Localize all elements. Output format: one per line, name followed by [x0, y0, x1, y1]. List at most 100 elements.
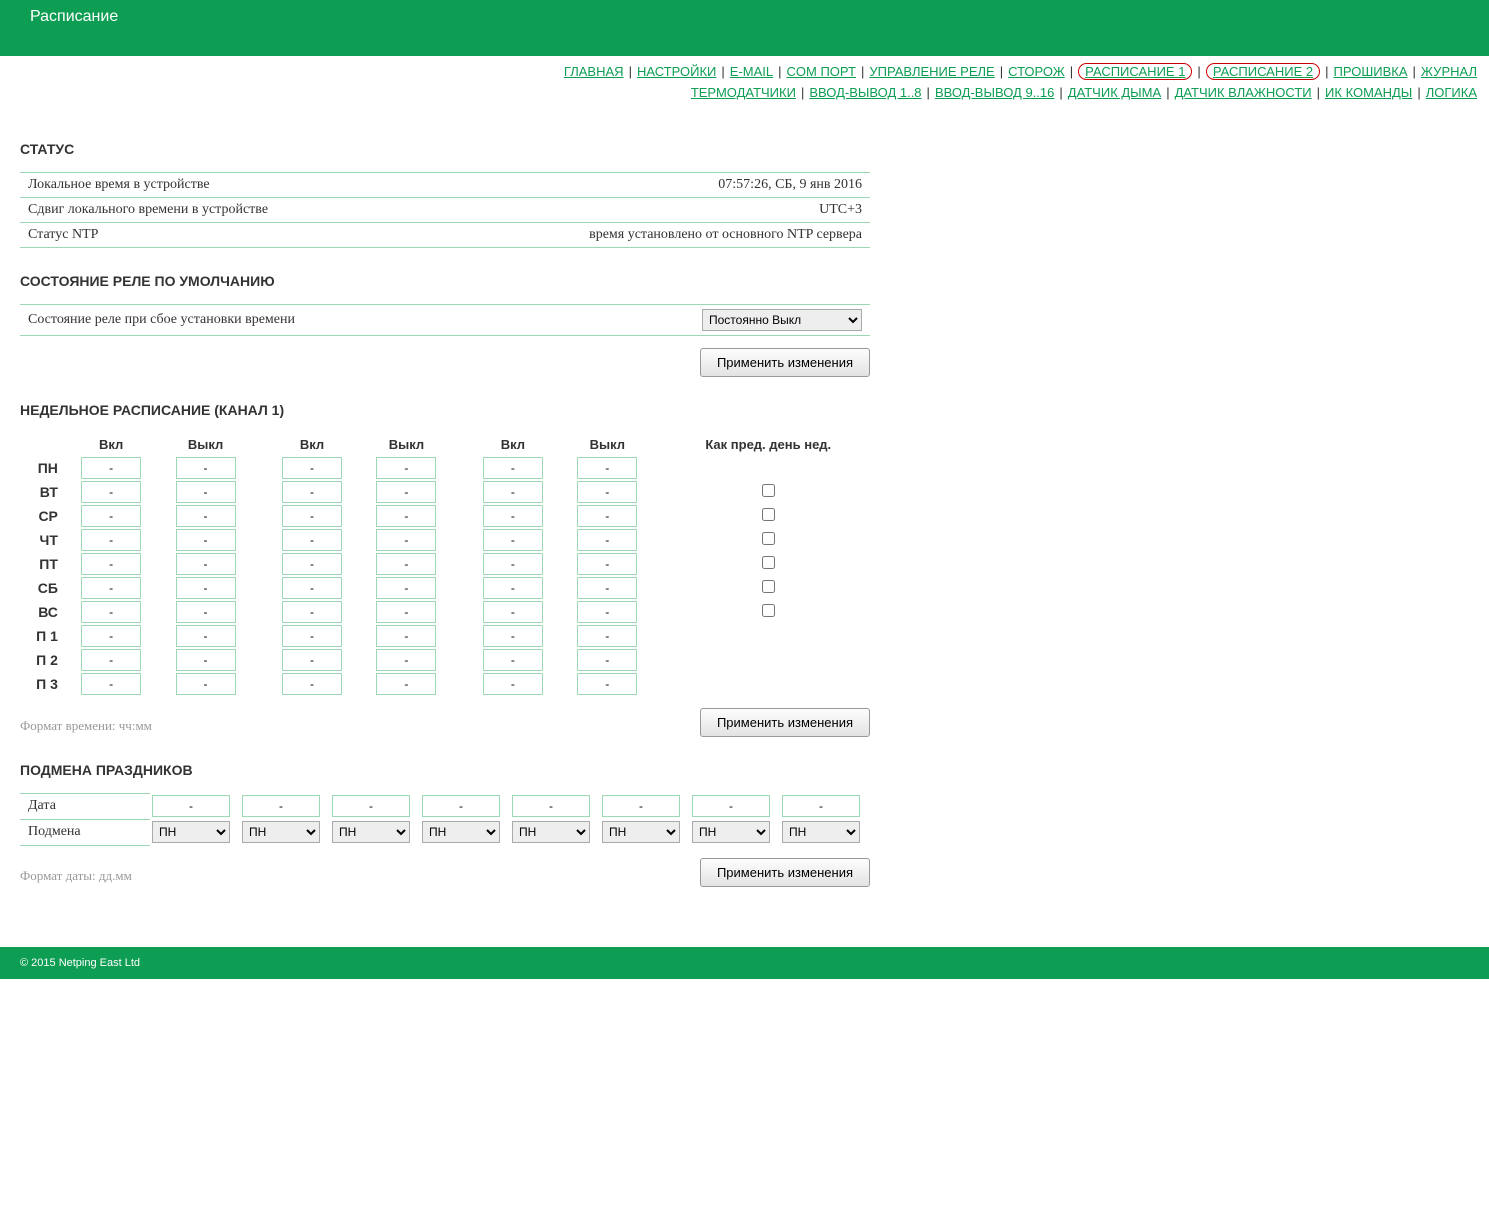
schedule-time-input[interactable] — [577, 601, 637, 623]
schedule-time-input[interactable] — [282, 625, 342, 647]
schedule-time-input[interactable] — [376, 553, 436, 575]
schedule-time-input[interactable] — [483, 673, 543, 695]
schedule-time-input[interactable] — [176, 505, 236, 527]
schedule-time-input[interactable] — [483, 601, 543, 623]
schedule-time-input[interactable] — [81, 601, 141, 623]
holiday-sub-select[interactable]: ПН — [422, 821, 500, 843]
schedule-time-input[interactable] — [176, 649, 236, 671]
schedule-time-input[interactable] — [282, 553, 342, 575]
holiday-sub-select[interactable]: ПН — [782, 821, 860, 843]
schedule-time-input[interactable] — [577, 673, 637, 695]
nav-link[interactable]: СТОРОЖ — [1008, 64, 1065, 79]
nav-link[interactable]: ГЛАВНАЯ — [564, 64, 624, 79]
same-as-prev-checkbox[interactable] — [762, 508, 775, 521]
schedule-time-input[interactable] — [577, 577, 637, 599]
schedule-time-input[interactable] — [577, 505, 637, 527]
holiday-sub-select[interactable]: ПН — [242, 821, 320, 843]
apply-schedule-button[interactable]: Применить изменения — [700, 708, 870, 737]
schedule-time-input[interactable] — [376, 601, 436, 623]
holiday-date-input[interactable] — [152, 795, 230, 817]
default-relay-select[interactable]: Постоянно Выкл — [702, 309, 862, 331]
holiday-date-input[interactable] — [602, 795, 680, 817]
schedule-time-input[interactable] — [577, 457, 637, 479]
nav-link[interactable]: COM ПОРТ — [787, 64, 856, 79]
schedule-time-input[interactable] — [81, 505, 141, 527]
schedule-time-input[interactable] — [176, 457, 236, 479]
schedule-time-input[interactable] — [376, 577, 436, 599]
schedule-time-input[interactable] — [282, 577, 342, 599]
nav-link[interactable]: РАСПИСАНИЕ 1 — [1078, 63, 1192, 80]
schedule-time-input[interactable] — [81, 529, 141, 551]
schedule-time-input[interactable] — [81, 457, 141, 479]
schedule-time-input[interactable] — [483, 553, 543, 575]
schedule-time-input[interactable] — [176, 553, 236, 575]
schedule-time-input[interactable] — [176, 673, 236, 695]
holiday-date-input[interactable] — [512, 795, 590, 817]
schedule-time-input[interactable] — [376, 673, 436, 695]
nav-link[interactable]: ДАТЧИК ВЛАЖНОСТИ — [1175, 85, 1312, 100]
same-as-prev-checkbox[interactable] — [762, 580, 775, 593]
schedule-time-input[interactable] — [376, 505, 436, 527]
schedule-time-input[interactable] — [176, 601, 236, 623]
schedule-time-input[interactable] — [483, 481, 543, 503]
same-as-prev-checkbox[interactable] — [762, 484, 775, 497]
schedule-time-input[interactable] — [577, 625, 637, 647]
apply-default-button[interactable]: Применить изменения — [700, 348, 870, 377]
schedule-time-input[interactable] — [282, 457, 342, 479]
nav-link[interactable]: ВВОД-ВЫВОД 1..8 — [809, 85, 921, 100]
schedule-time-input[interactable] — [483, 529, 543, 551]
holiday-date-input[interactable] — [782, 795, 860, 817]
schedule-time-input[interactable] — [176, 625, 236, 647]
nav-link[interactable]: УПРАВЛЕНИЕ РЕЛЕ — [869, 64, 994, 79]
schedule-time-input[interactable] — [376, 457, 436, 479]
schedule-time-input[interactable] — [282, 529, 342, 551]
schedule-time-input[interactable] — [483, 649, 543, 671]
nav-link[interactable]: РАСПИСАНИЕ 2 — [1206, 63, 1320, 80]
schedule-time-input[interactable] — [81, 649, 141, 671]
apply-holidays-button[interactable]: Применить изменения — [700, 858, 870, 887]
schedule-time-input[interactable] — [577, 649, 637, 671]
schedule-time-input[interactable] — [483, 505, 543, 527]
schedule-time-input[interactable] — [376, 649, 436, 671]
schedule-time-input[interactable] — [577, 481, 637, 503]
schedule-time-input[interactable] — [376, 625, 436, 647]
schedule-time-input[interactable] — [176, 577, 236, 599]
schedule-time-input[interactable] — [282, 601, 342, 623]
schedule-time-input[interactable] — [176, 529, 236, 551]
nav-link[interactable]: ЖУРНАЛ — [1421, 64, 1477, 79]
schedule-time-input[interactable] — [483, 577, 543, 599]
holiday-date-input[interactable] — [242, 795, 320, 817]
same-as-prev-checkbox[interactable] — [762, 604, 775, 617]
nav-link[interactable]: ЛОГИКА — [1426, 85, 1477, 100]
schedule-time-input[interactable] — [483, 457, 543, 479]
holiday-date-input[interactable] — [422, 795, 500, 817]
holiday-sub-select[interactable]: ПН — [602, 821, 680, 843]
schedule-time-input[interactable] — [483, 625, 543, 647]
schedule-time-input[interactable] — [282, 649, 342, 671]
schedule-time-input[interactable] — [81, 625, 141, 647]
schedule-time-input[interactable] — [577, 553, 637, 575]
schedule-time-input[interactable] — [282, 505, 342, 527]
holiday-sub-select[interactable]: ПН — [692, 821, 770, 843]
nav-link[interactable]: E-MAIL — [730, 64, 773, 79]
holiday-date-input[interactable] — [692, 795, 770, 817]
nav-link[interactable]: НАСТРОЙКИ — [637, 64, 716, 79]
nav-link[interactable]: ПРОШИВКА — [1333, 64, 1407, 79]
schedule-time-input[interactable] — [282, 673, 342, 695]
holiday-sub-select[interactable]: ПН — [332, 821, 410, 843]
same-as-prev-checkbox[interactable] — [762, 532, 775, 545]
schedule-time-input[interactable] — [376, 529, 436, 551]
nav-link[interactable]: ВВОД-ВЫВОД 9..16 — [935, 85, 1054, 100]
holiday-sub-select[interactable]: ПН — [512, 821, 590, 843]
schedule-time-input[interactable] — [81, 481, 141, 503]
schedule-time-input[interactable] — [81, 577, 141, 599]
schedule-time-input[interactable] — [577, 529, 637, 551]
nav-link[interactable]: ДАТЧИК ДЫМА — [1068, 85, 1161, 100]
schedule-time-input[interactable] — [81, 673, 141, 695]
holiday-sub-select[interactable]: ПН — [152, 821, 230, 843]
schedule-time-input[interactable] — [282, 481, 342, 503]
holiday-date-input[interactable] — [332, 795, 410, 817]
schedule-time-input[interactable] — [81, 553, 141, 575]
schedule-time-input[interactable] — [176, 481, 236, 503]
schedule-time-input[interactable] — [376, 481, 436, 503]
